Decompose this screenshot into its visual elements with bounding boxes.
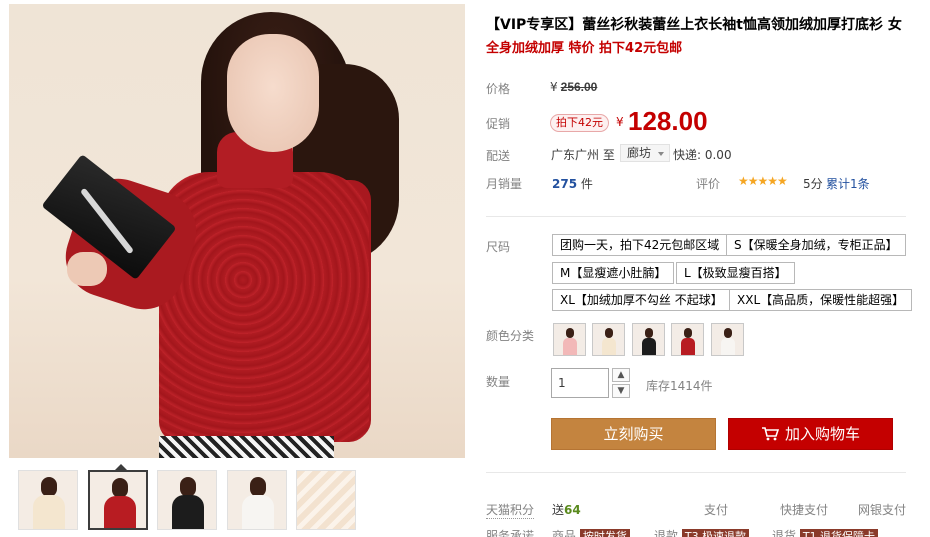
promo-tag: 拍下42元 xyxy=(550,114,609,132)
size-option-xl[interactable]: XL【加绒加厚不勾丝 不起球】 xyxy=(552,289,731,311)
swatch-figure xyxy=(684,328,692,338)
rating-stars-icon: ★★★★★ xyxy=(738,174,788,188)
cart-icon xyxy=(761,427,779,441)
swatch-figure xyxy=(605,328,613,338)
quantity-decrease-button[interactable]: ▼ xyxy=(612,384,630,398)
points-value: 送64 xyxy=(552,501,581,518)
quantity-label: 数量 xyxy=(486,375,511,389)
service-item[interactable]: 退货 T1 退货保障卡 xyxy=(772,527,879,537)
review-count-link[interactable]: 累计1条 xyxy=(826,175,870,192)
ship-from: 广东广州 至 xyxy=(551,148,615,162)
original-price: ¥256.00 xyxy=(550,80,597,94)
size-option-l[interactable]: L【极致显瘦百搭】 xyxy=(676,262,795,284)
thumbnail-figure xyxy=(250,477,266,497)
swatch-garment xyxy=(563,338,577,355)
promo-price: 128.00 xyxy=(628,106,708,136)
rating-label: 评价 xyxy=(696,177,721,191)
currency-symbol: ¥ xyxy=(616,115,624,129)
price-label: 价格 xyxy=(486,82,511,96)
color-swatch-black[interactable] xyxy=(632,323,665,356)
swatch-figure xyxy=(724,328,732,338)
quantity-input[interactable]: 1 xyxy=(551,368,609,398)
monthly-sales-unit: 件 xyxy=(580,177,593,191)
service-tag: T1 退货保障卡 xyxy=(799,529,879,537)
shipping-label: 配送 xyxy=(486,149,511,163)
swatch-garment xyxy=(721,338,735,355)
size-option-xxl[interactable]: XXL【高品质，保暖性能超强】 xyxy=(729,289,913,311)
color-label: 颜色分类 xyxy=(486,329,535,343)
divider xyxy=(486,472,906,473)
ship-to-select[interactable]: 廊坊 xyxy=(620,144,671,162)
color-swatch-pink[interactable] xyxy=(553,323,586,356)
monthly-sales-label: 月销量 xyxy=(486,177,523,191)
product-title: 【VIP专享区】蕾丝衫秋装蕾丝上衣长袖t恤高领加绒加厚打底衫 女 xyxy=(486,17,902,33)
service-item-label: 退款 xyxy=(654,529,679,537)
photo-face xyxy=(227,34,319,152)
thumbnail[interactable] xyxy=(227,470,287,530)
thumbnail-strip xyxy=(18,470,468,532)
buy-now-button[interactable]: 立刻购买 xyxy=(551,418,716,450)
original-price-value: 256.00 xyxy=(560,80,598,94)
swatch-figure xyxy=(645,328,653,338)
thumbnail-garment xyxy=(33,495,65,529)
swatch-garment xyxy=(642,338,656,355)
service-item[interactable]: 商品 按时发货 xyxy=(552,527,630,537)
service-tag: T3 极速退款 xyxy=(681,529,750,537)
swatch-figure xyxy=(566,328,574,338)
points-label[interactable]: 天猫积分 xyxy=(486,501,535,519)
rating-score: 5分 xyxy=(803,177,823,191)
size-label: 尺码 xyxy=(486,240,511,254)
service-item-label: 退货 xyxy=(772,529,797,537)
points-prefix: 送 xyxy=(552,503,565,517)
thumbnail-figure xyxy=(112,478,128,498)
chevron-down-icon xyxy=(658,152,665,156)
thumbnail-figure xyxy=(41,477,57,497)
thumbnail[interactable] xyxy=(18,470,78,530)
main-product-image[interactable] xyxy=(9,4,465,458)
photo-hand xyxy=(67,252,107,286)
thumbnail-figure xyxy=(180,477,196,497)
service-item[interactable]: 退款 T3 极速退款 xyxy=(654,527,750,537)
service-tag: 按时发货 xyxy=(579,529,630,537)
thumbnail[interactable] xyxy=(296,470,356,530)
thumbnail-garment xyxy=(172,495,204,529)
monthly-sales-count: 275 xyxy=(552,177,578,191)
quantity-increase-button[interactable]: ▲ xyxy=(612,368,630,382)
add-to-cart-label: 加入购物车 xyxy=(784,425,860,443)
ship-to-value: 廊坊 xyxy=(627,146,652,160)
size-option-group-buy[interactable]: 团购一天，拍下42元包邮区域 xyxy=(552,234,728,256)
thumbnail[interactable] xyxy=(88,470,148,530)
thumbnail[interactable] xyxy=(157,470,217,530)
payment-method: 网银支付 xyxy=(858,503,907,517)
divider xyxy=(486,216,906,217)
shipping-fee: 快递: 0.00 xyxy=(673,148,732,162)
points-number: 64 xyxy=(564,503,581,517)
color-swatch-white[interactable] xyxy=(711,323,744,356)
service-item-label: 商品 xyxy=(552,529,577,537)
photo-houndstooth-skirt xyxy=(159,436,334,458)
service-label: 服务承诺 xyxy=(486,529,535,537)
thumbnail-garment xyxy=(242,495,274,529)
monthly-sales: 275 件 xyxy=(552,175,593,192)
add-to-cart-button[interactable]: 加入购物车 xyxy=(728,418,893,450)
stock-count: 库存1414件 xyxy=(646,379,713,393)
color-swatch-red[interactable] xyxy=(671,323,704,356)
color-swatch-cream[interactable] xyxy=(592,323,625,356)
currency-symbol: ¥ xyxy=(550,80,558,94)
swatch-garment xyxy=(681,338,695,355)
size-option-m[interactable]: M【显瘦遮小肚腩】 xyxy=(552,262,675,284)
promo-label: 促销 xyxy=(486,117,511,131)
product-subtitle: 全身加绒加厚 特价 拍下42元包邮 xyxy=(486,41,683,56)
thumbnail-garment xyxy=(104,496,136,528)
payment-method: 快捷支付 xyxy=(780,503,829,517)
swatch-garment xyxy=(602,338,616,355)
payment-method: 支付 xyxy=(704,503,729,517)
size-option-s[interactable]: S【保暖全身加绒，专柜正品】 xyxy=(726,234,906,256)
